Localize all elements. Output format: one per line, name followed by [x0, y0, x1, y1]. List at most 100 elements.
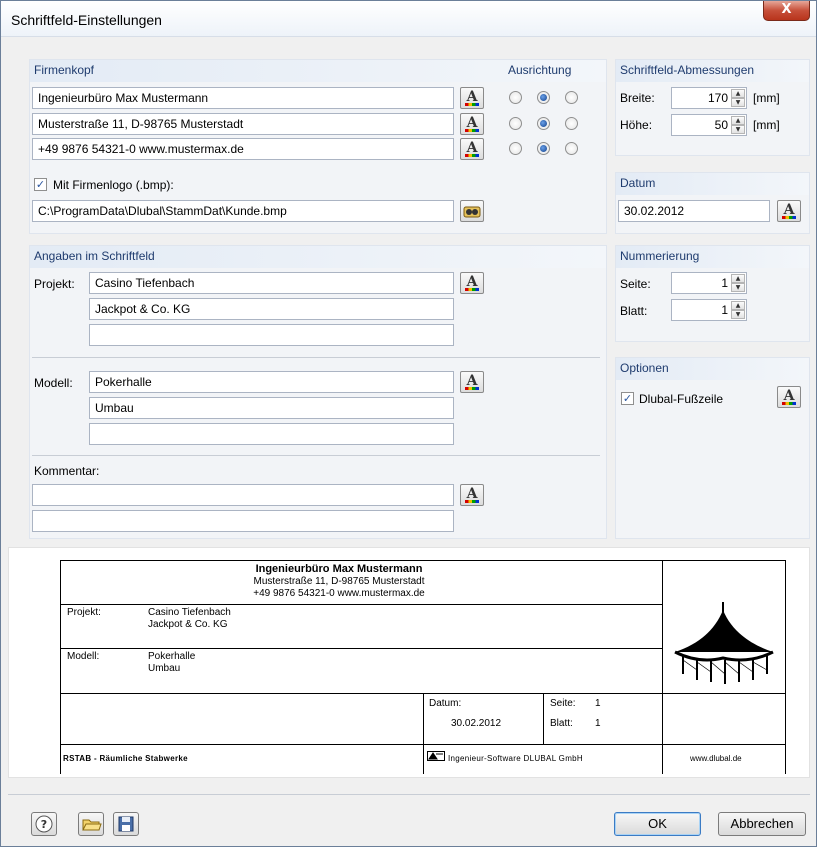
firmenkopf-line-3[interactable]: +49 9876 54321-0 www.mustermax.de — [32, 138, 454, 160]
modell-line-2[interactable]: Umbau — [89, 397, 454, 419]
help-button[interactable]: ? — [31, 812, 57, 836]
modell-label: Modell: — [34, 376, 73, 390]
company-logo-icon — [674, 602, 774, 684]
bottom-separator — [8, 794, 810, 795]
cancel-button[interactable]: Abbrechen — [718, 812, 806, 836]
projekt-line-3[interactable] — [89, 324, 454, 346]
align-left-radio-2[interactable] — [509, 117, 522, 130]
separator — [32, 357, 600, 358]
hoehe-unit: [mm] — [753, 118, 780, 132]
dialog-window: Schriftfeld-Einstellungen X Firmenkopf A… — [0, 0, 817, 847]
breite-spinner[interactable]: 170 ▲ ▼ — [671, 87, 747, 109]
spin-up-icon[interactable]: ▲ — [731, 274, 745, 283]
preview-frame — [60, 648, 662, 649]
datum-title: Datum — [620, 176, 656, 190]
spin-down-icon[interactable]: ▼ — [731, 310, 745, 319]
font-icon[interactable]: A — [460, 371, 484, 393]
save-icon — [118, 816, 134, 832]
preview-frame — [60, 560, 61, 774]
binoculars-glyph — [463, 206, 481, 218]
open-button[interactable] — [78, 812, 104, 836]
blatt-value: 1 — [721, 303, 728, 317]
preview-seite-value: 1 — [595, 698, 601, 709]
preview-frame — [785, 560, 786, 774]
font-icon[interactable]: A — [777, 200, 801, 222]
preview-footer-left: RSTAB - Räumliche Stabwerke — [63, 754, 188, 763]
preview-blatt-value: 1 — [595, 718, 601, 729]
title-bar: Schriftfeld-Einstellungen X — [1, 1, 816, 37]
spin-down-icon[interactable]: ▼ — [731, 98, 745, 107]
firmenkopf-line-2[interactable]: Musterstraße 11, D-98765 Musterstadt — [32, 113, 454, 135]
datum-field[interactable]: 30.02.2012 — [618, 200, 770, 222]
modell-line-1[interactable]: Pokerhalle — [89, 371, 454, 393]
align-center-radio-2[interactable] — [537, 117, 550, 130]
seite-value: 1 — [721, 276, 728, 290]
font-icon[interactable]: A — [460, 138, 484, 160]
align-right-radio-2[interactable] — [565, 117, 578, 130]
preview-frame — [60, 604, 662, 605]
spin-down-icon[interactable]: ▼ — [731, 283, 745, 292]
blatt-spinner[interactable]: 1 ▲ ▼ — [671, 299, 747, 321]
seite-spinner[interactable]: 1 ▲ ▼ — [671, 272, 747, 294]
separator — [32, 455, 600, 456]
seite-label: Seite: — [620, 277, 651, 291]
angaben-title: Angaben im Schriftfeld — [34, 249, 155, 263]
font-icon[interactable]: A — [777, 386, 801, 408]
optionen-header: Optionen — [616, 358, 809, 380]
projekt-label: Projekt: — [34, 277, 75, 291]
ausrichtung-title: Ausrichtung — [508, 63, 572, 77]
breite-unit: [mm] — [753, 91, 780, 105]
preview-seite-label: Seite: — [550, 698, 576, 709]
browse-folder-icon[interactable] — [460, 200, 484, 222]
help-icon: ? — [35, 815, 53, 833]
spin-up-icon[interactable]: ▲ — [731, 301, 745, 310]
projekt-line-1[interactable]: Casino Tiefenbach — [89, 272, 454, 294]
align-right-radio-3[interactable] — [565, 142, 578, 155]
spin-down-icon[interactable]: ▼ — [731, 125, 745, 134]
close-button[interactable]: X — [763, 1, 810, 21]
optionen-panel: Optionen — [615, 357, 810, 539]
preview-contact: +49 9876 54321-0 www.mustermax.de — [253, 588, 425, 599]
preview-footer-right: www.dlubal.de — [690, 754, 742, 763]
align-right-radio-1[interactable] — [565, 91, 578, 104]
align-left-radio-3[interactable] — [509, 142, 522, 155]
breite-value: 170 — [707, 91, 728, 105]
firmenkopf-title: Firmenkopf — [34, 63, 95, 77]
preview-frame — [60, 560, 786, 561]
hoehe-spinner[interactable]: 50 ▲ ▼ — [671, 114, 747, 136]
preview-footer-mid: Ingenieur-Software DLUBAL GmbH — [448, 754, 583, 763]
kommentar-line-2[interactable] — [32, 510, 454, 532]
firmenkopf-line-1[interactable]: Ingenieurbüro Max Mustermann — [32, 87, 454, 109]
fusszeile-checkbox[interactable]: ✓ — [621, 392, 634, 405]
font-icon[interactable]: A — [460, 272, 484, 294]
font-icon[interactable]: A — [460, 87, 484, 109]
blatt-label: Blatt: — [620, 304, 648, 318]
preview-company: Ingenieurbüro Max Mustermann — [255, 563, 423, 575]
font-icon[interactable]: A — [460, 113, 484, 135]
align-center-radio-1[interactable] — [537, 91, 550, 104]
kommentar-line-1[interactable] — [32, 484, 454, 506]
align-center-radio-3[interactable] — [537, 142, 550, 155]
dlubal-logo-icon — [427, 751, 445, 761]
logo-checkbox-label: Mit Firmenlogo (.bmp): — [53, 178, 174, 192]
svg-text:?: ? — [41, 818, 47, 831]
firmenkopf-header: Firmenkopf Ausrichtung — [30, 60, 606, 82]
spin-up-icon[interactable]: ▲ — [731, 89, 745, 98]
modell-line-3[interactable] — [89, 423, 454, 445]
projekt-line-2[interactable]: Jackpot & Co. KG — [89, 298, 454, 320]
spin-up-icon[interactable]: ▲ — [731, 116, 745, 125]
abmessungen-header: Schriftfeld-Abmessungen — [616, 60, 809, 82]
font-icon[interactable]: A — [460, 484, 484, 506]
logo-path-field[interactable]: C:\ProgramData\Dlubal\StammDat\Kunde.bmp — [32, 200, 454, 222]
align-left-radio-1[interactable] — [509, 91, 522, 104]
logo-checkbox[interactable]: ✓ — [34, 178, 47, 191]
nummerierung-title: Nummerierung — [620, 249, 700, 263]
breite-label: Breite: — [620, 91, 655, 105]
window-title: Schriftfeld-Einstellungen — [11, 12, 162, 28]
ok-button[interactable]: OK — [614, 812, 701, 836]
preview-datum-label: Datum: — [429, 698, 462, 709]
preview-frame — [423, 693, 424, 774]
preview-datum-value: 30.02.2012 — [451, 718, 502, 729]
save-button[interactable] — [113, 812, 139, 836]
nummerierung-header: Nummerierung — [616, 246, 809, 268]
